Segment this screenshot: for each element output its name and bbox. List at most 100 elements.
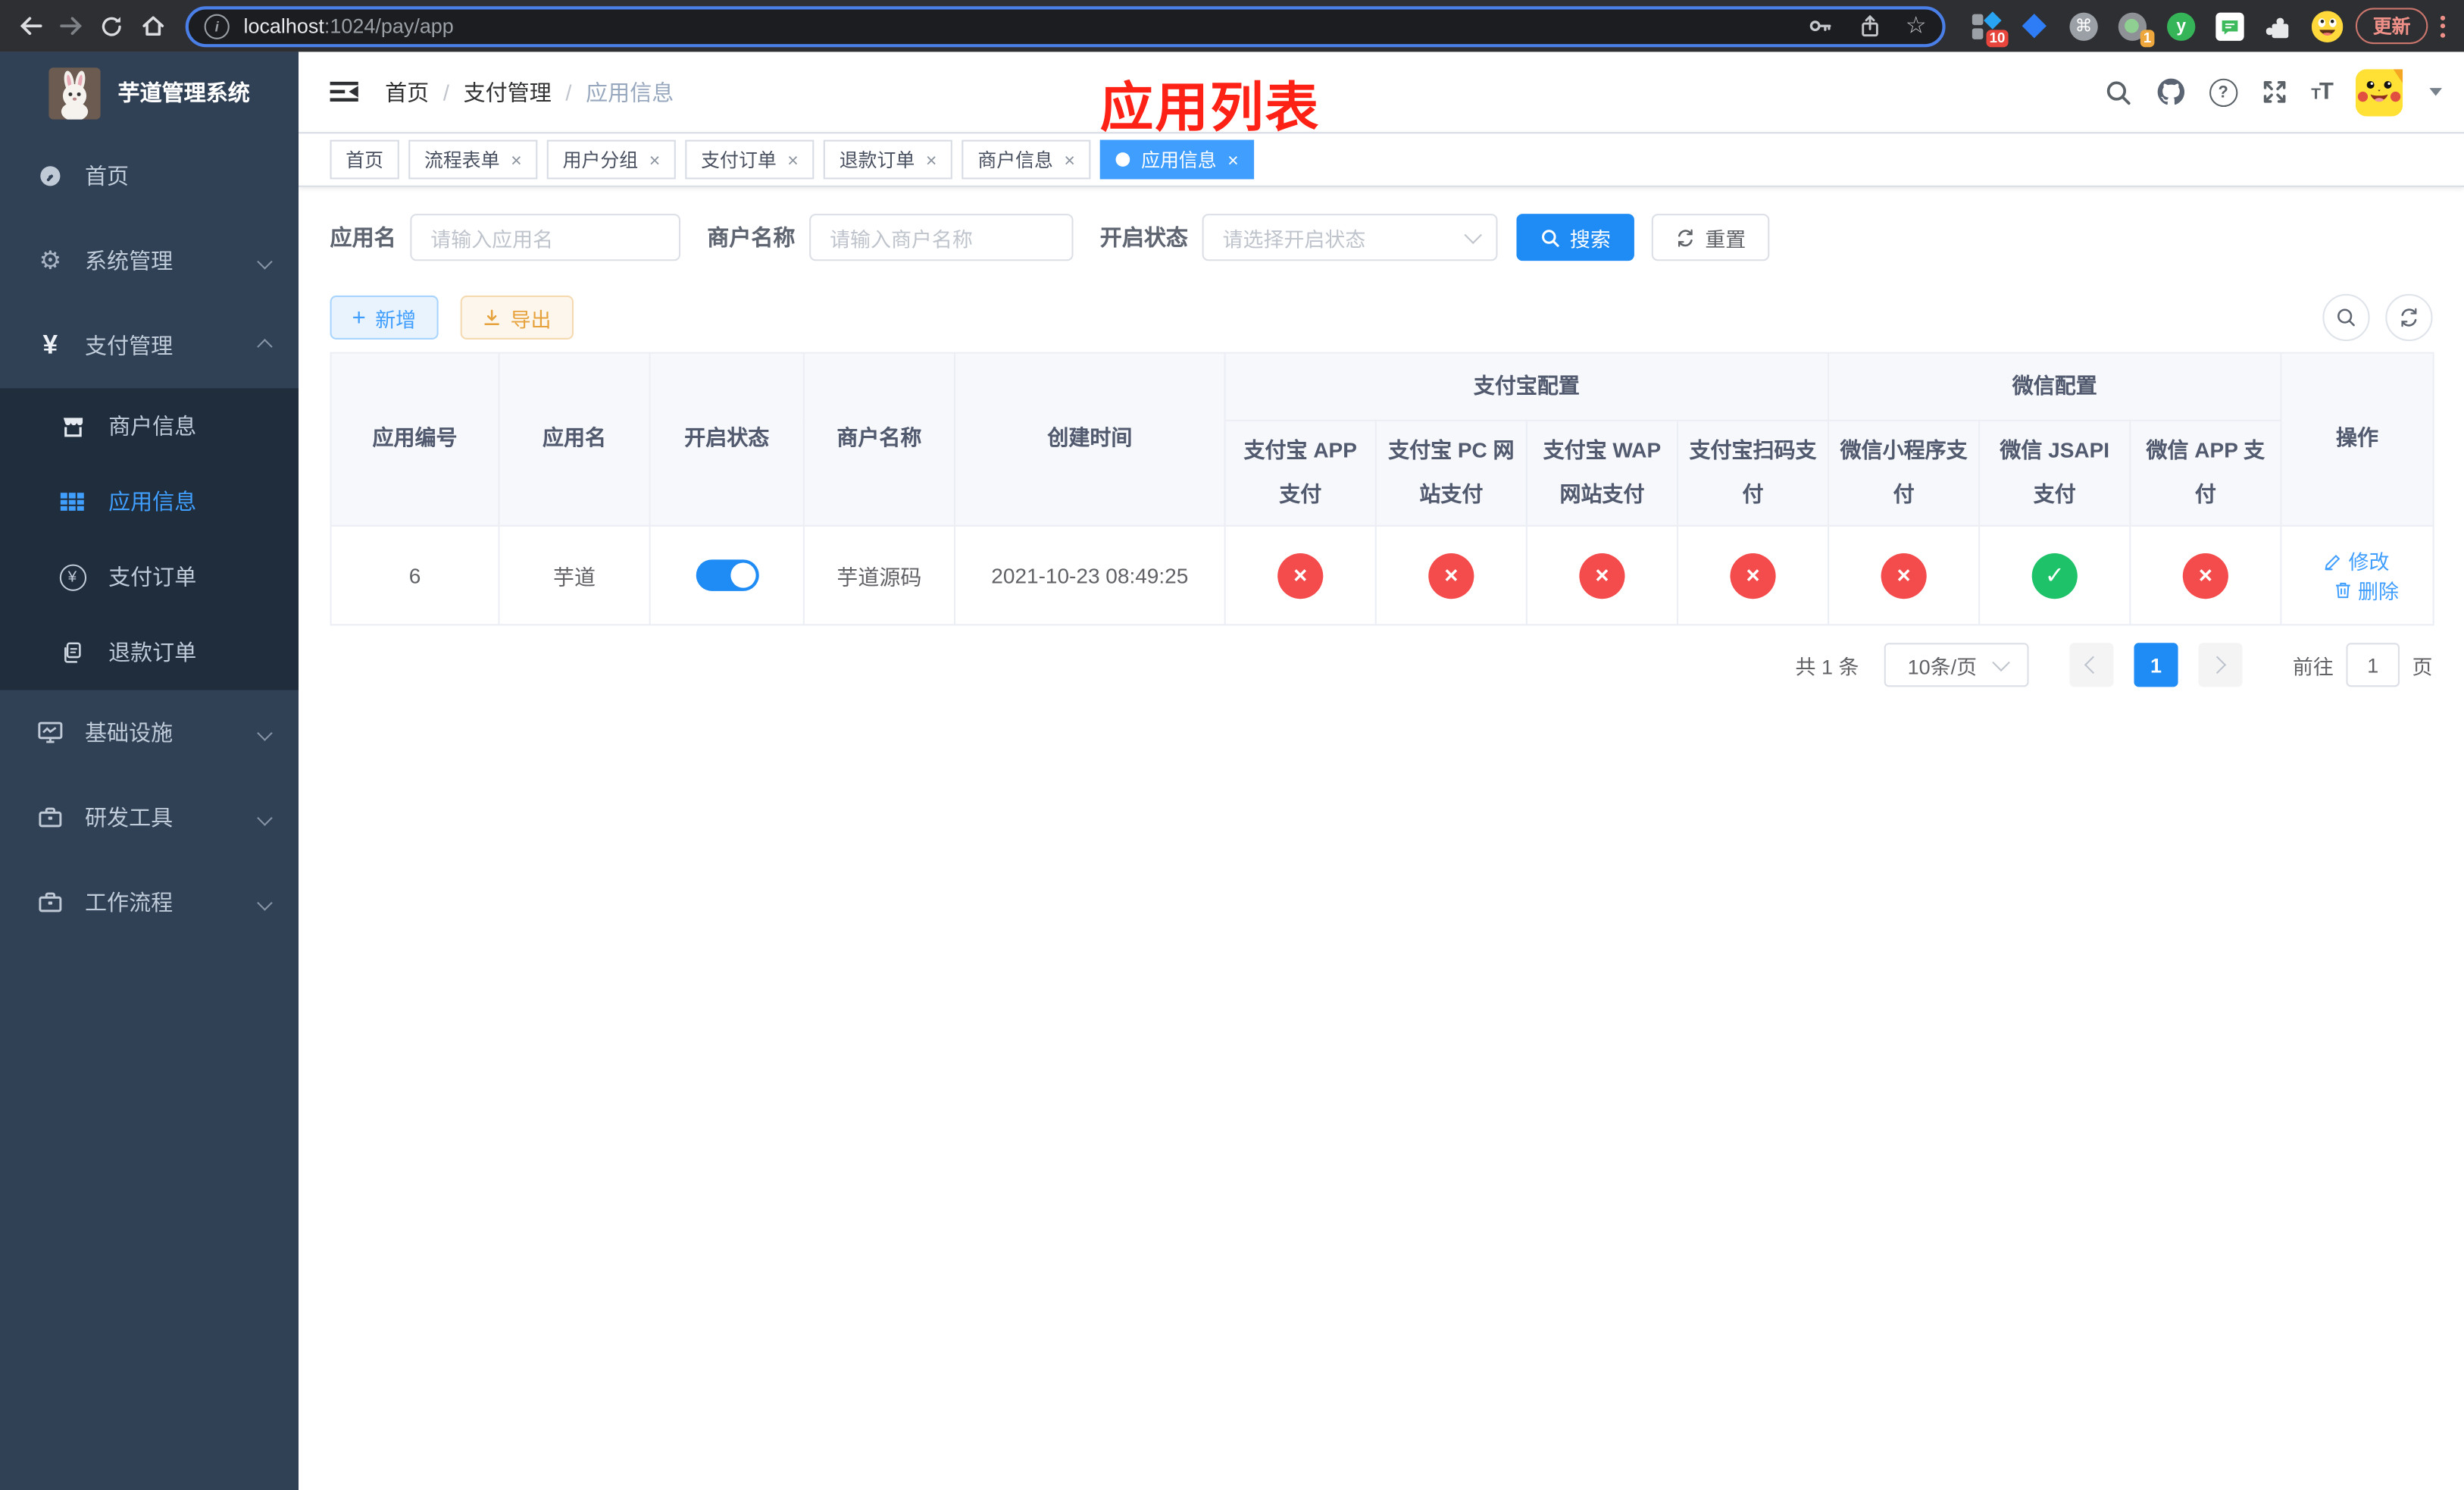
- page-number-button[interactable]: 1: [2134, 643, 2178, 687]
- sidebar-item-label: 支付订单: [108, 564, 197, 590]
- export-button[interactable]: 导出: [460, 295, 574, 340]
- tab-merchant-info[interactable]: 商户信息 ×: [962, 139, 1091, 180]
- url-text[interactable]: localhost:1024/pay/app: [243, 14, 453, 38]
- delete-link[interactable]: 删除: [2334, 575, 2399, 605]
- page-size-select[interactable]: 10条/页: [1884, 643, 2029, 687]
- extension-diamond-icon[interactable]: [2019, 10, 2050, 41]
- tab-bar: 首页 流程表单 × 用户分组 × 支付订单 × 退款订单 × 商户信息 × 应用信息 ×: [299, 132, 2464, 187]
- tab-process-form[interactable]: 流程表单 ×: [408, 139, 538, 180]
- yuan-icon: ¥: [42, 330, 58, 360]
- sidebar-item-label: 退款订单: [108, 640, 197, 665]
- tab-app-info[interactable]: 应用信息 ×: [1100, 139, 1255, 180]
- table-grid-icon: [58, 489, 86, 514]
- app-table: 应用编号 应用名 开启状态 商户名称 创建时间 支付宝配置 微信配置 操作 支付…: [330, 352, 2434, 626]
- sidebar-item-merchant-info[interactable]: 商户信息: [0, 388, 299, 464]
- tab-user-group[interactable]: 用户分组 ×: [546, 139, 676, 180]
- col-wx-mini: 微信小程序支付: [1828, 419, 1981, 527]
- address-bar[interactable]: i localhost:1024/pay/app ☆: [185, 5, 1946, 47]
- github-icon[interactable]: [2156, 77, 2185, 107]
- sidebar-fold-icon[interactable]: [330, 79, 358, 105]
- chevron-down-icon: [257, 894, 273, 910]
- close-icon[interactable]: ×: [926, 150, 937, 169]
- fullscreen-icon[interactable]: [2261, 79, 2287, 105]
- back-icon[interactable]: [9, 5, 50, 46]
- extensions-puzzle-icon[interactable]: [2263, 10, 2294, 41]
- sidebar-item-label: 应用信息: [108, 489, 197, 515]
- sidebar-item-payment[interactable]: ¥ 支付管理: [0, 303, 299, 388]
- close-icon[interactable]: ×: [1227, 150, 1239, 169]
- breadcrumb-separator: /: [565, 79, 572, 105]
- tab-refund-order[interactable]: 退款订单 ×: [824, 139, 953, 180]
- col-alipay-wap: 支付宝 WAP 网站支付: [1525, 419, 1679, 527]
- extension-chat-icon[interactable]: [2214, 10, 2245, 41]
- browser-profile-avatar[interactable]: [2311, 10, 2344, 42]
- user-avatar[interactable]: [2355, 68, 2403, 116]
- col-actions: 操作: [2280, 352, 2434, 527]
- breadcrumb: 首页 / 支付管理 / 应用信息: [385, 77, 674, 108]
- sidebar-item-label: 系统管理: [84, 248, 174, 274]
- sidebar-item-app-info[interactable]: 应用信息: [0, 464, 299, 540]
- close-icon[interactable]: ×: [1064, 150, 1075, 169]
- cell-app-name: 芋道: [498, 524, 651, 626]
- cell-wx-app-status: ×: [2129, 524, 2282, 626]
- status-select[interactable]: 请选择开启状态: [1202, 214, 1498, 261]
- filter-label-status: 开启状态: [1099, 224, 1188, 250]
- breadcrumb-payment[interactable]: 支付管理: [464, 77, 552, 108]
- share-icon[interactable]: [1856, 14, 1881, 39]
- group-alipay-config: 支付宝配置: [1224, 352, 1830, 421]
- search-button[interactable]: 搜索: [1516, 214, 1634, 261]
- pagination: 共 1 条 10条/页 1 前往 1 页: [330, 643, 2433, 687]
- sidebar-item-pay-order[interactable]: 支付订单: [0, 539, 299, 615]
- close-icon[interactable]: ×: [787, 150, 799, 169]
- hide-search-button[interactable]: [2322, 293, 2370, 342]
- sidebar-item-devtools[interactable]: 研发工具: [0, 775, 299, 859]
- password-key-icon[interactable]: [1806, 13, 1833, 39]
- refresh-button[interactable]: [2385, 293, 2433, 342]
- sidebar-item-refund-order[interactable]: 退款订单: [0, 615, 299, 690]
- merchant-name-input[interactable]: 请输入商户名称: [809, 214, 1074, 261]
- browser-menu-icon[interactable]: [2440, 14, 2446, 37]
- home-icon[interactable]: [132, 5, 173, 46]
- extension-command-icon[interactable]: ⌘: [2068, 10, 2099, 41]
- content: 应用名 请输入应用名 商户名称 请输入商户名称 开启状态 请选择开启状态 搜索 …: [299, 187, 2464, 687]
- annotation-title: 应用列表: [1099, 78, 1321, 139]
- breadcrumb-home[interactable]: 首页: [385, 77, 429, 108]
- cell-app-id: 6: [330, 524, 500, 626]
- header-search-icon[interactable]: [2104, 78, 2132, 106]
- extension-recorder-icon[interactable]: 1: [2117, 10, 2155, 47]
- status-toggle[interactable]: [695, 559, 758, 591]
- add-button[interactable]: + 新增: [330, 295, 439, 340]
- edit-link[interactable]: 修改: [2325, 546, 2390, 575]
- tab-home[interactable]: 首页: [330, 139, 399, 180]
- cell-wx-jsapi-status: ✓: [1978, 524, 2131, 626]
- tab-pay-order[interactable]: 支付订单 ×: [685, 139, 815, 180]
- reset-button[interactable]: 重置: [1651, 214, 1770, 261]
- app-logo-row[interactable]: 芋道管理系统: [0, 52, 299, 133]
- site-info-icon[interactable]: i: [204, 13, 230, 39]
- app-name-input[interactable]: 请输入应用名: [410, 214, 681, 261]
- col-alipay-pc: 支付宝 PC 网站支付: [1374, 419, 1527, 527]
- sidebar-item-system[interactable]: ⚙ 系统管理: [0, 218, 299, 303]
- extension-grid-icon[interactable]: 10: [1971, 10, 2009, 47]
- col-status: 开启状态: [649, 352, 805, 527]
- toolbox-icon: [36, 805, 64, 830]
- filter-label-app-name: 应用名: [330, 224, 396, 250]
- bookmark-star-icon[interactable]: ☆: [1906, 14, 1927, 38]
- close-icon[interactable]: ×: [511, 150, 522, 169]
- close-icon[interactable]: ×: [649, 150, 661, 169]
- browser-update-button[interactable]: 更新: [2355, 8, 2428, 45]
- goto-page-input[interactable]: 1: [2346, 643, 2400, 687]
- reload-icon[interactable]: [91, 5, 132, 46]
- sidebar-item-label: 研发工具: [84, 804, 174, 831]
- sidebar-item-workflow[interactable]: 工作流程: [0, 859, 299, 944]
- sidebar-item-home[interactable]: 首页: [0, 133, 299, 218]
- font-size-icon[interactable]: TT: [2311, 79, 2334, 105]
- next-page-button[interactable]: [2198, 643, 2243, 687]
- help-icon[interactable]: ?: [2209, 77, 2237, 106]
- avatar-caret-icon[interactable]: [2429, 88, 2442, 96]
- extension-y-icon[interactable]: y: [2165, 10, 2197, 41]
- forward-icon[interactable]: [50, 5, 91, 46]
- cell-alipay-qr-status: ×: [1676, 524, 1830, 626]
- prev-page-button[interactable]: [2069, 643, 2114, 687]
- sidebar-item-infra[interactable]: 基础设施: [0, 690, 299, 775]
